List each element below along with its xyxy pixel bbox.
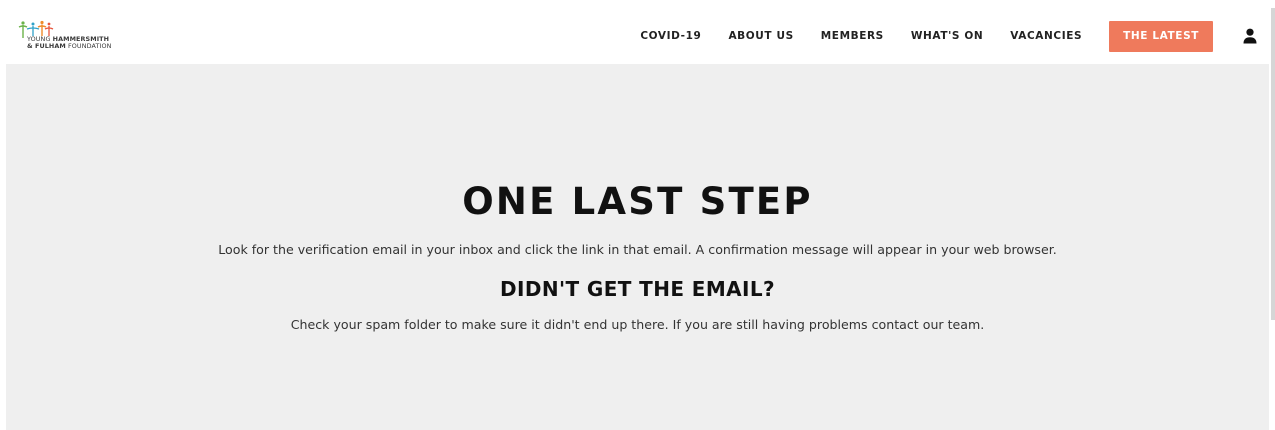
logo-line-2: & FULHAM FOUNDATION: [27, 43, 111, 50]
logo-line-2-suffix: FOUNDATION: [65, 42, 112, 50]
nav-item-about-us[interactable]: ABOUT US: [728, 30, 793, 42]
nav-item-members[interactable]: MEMBERS: [821, 30, 884, 42]
didnt-get-email-heading: DIDN'T GET THE EMAIL?: [499, 277, 776, 301]
the-latest-button[interactable]: THE LATEST: [1109, 20, 1213, 52]
page: YOUNG HAMMERSMITH & FULHAM FOUNDATION CO…: [0, 0, 1275, 430]
logo-line-2-bold: & FULHAM: [27, 42, 66, 50]
nav-item-covid-19[interactable]: COVID-19: [640, 30, 701, 42]
logo-wordmark: YOUNG HAMMERSMITH & FULHAM FOUNDATION: [27, 36, 111, 50]
site-header: YOUNG HAMMERSMITH & FULHAM FOUNDATION CO…: [6, 8, 1268, 64]
verification-instructions: Look for the verification email in your …: [218, 242, 1057, 257]
page-scrollbar[interactable]: [1271, 8, 1275, 320]
nav-item-vacancies[interactable]: VACANCIES: [1010, 30, 1082, 42]
page-title: ONE LAST STEP: [462, 180, 813, 223]
help-text: Check your spam folder to make sure it d…: [290, 317, 985, 332]
verification-panel: ONE LAST STEP Look for the verification …: [6, 64, 1269, 430]
user-icon[interactable]: [1241, 27, 1259, 45]
nav-item-whats-on[interactable]: WHAT'S ON: [911, 30, 983, 42]
site-logo[interactable]: YOUNG HAMMERSMITH & FULHAM FOUNDATION: [18, 20, 148, 52]
main-nav: COVID-19 ABOUT US MEMBERS WHAT'S ON VACA…: [640, 8, 1268, 64]
